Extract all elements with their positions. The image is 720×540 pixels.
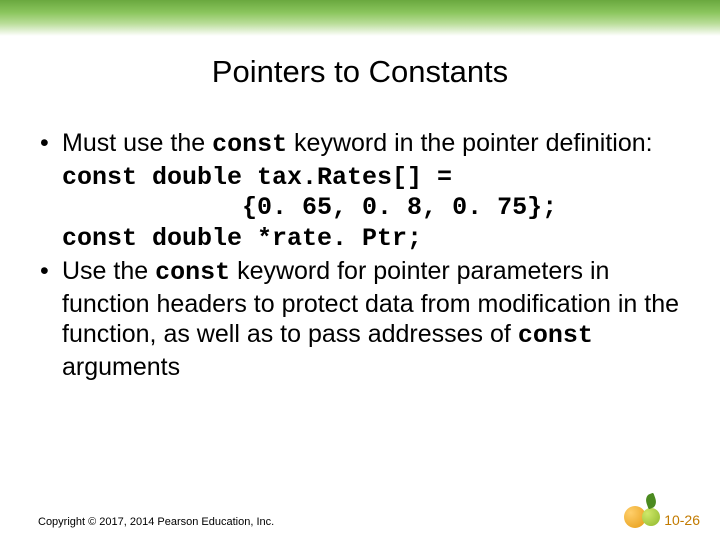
lime-icon [642,508,660,526]
code-block: const double tax.Rates[] = {0. 65, 0. 8,… [38,163,682,255]
bullet1-post: keyword in the pointer definition: [287,129,653,157]
fruit-icon [620,494,660,528]
bullet-item-1: Must use the const keyword in the pointe… [38,128,682,161]
bullet2-kw2: const [518,321,593,350]
bullet-list: Must use the const keyword in the pointe… [38,128,682,161]
header-gradient [0,0,720,36]
footer-right: 10-26 [620,494,700,528]
code-line-3: const double *rate. Ptr; [62,224,422,253]
page-number: 10-26 [664,512,700,528]
bullet1-keyword: const [212,130,287,159]
footer: Copyright © 2017, 2014 Pearson Education… [38,494,700,528]
bullet1-pre: Must use the [62,129,212,157]
leaf-icon [644,493,658,510]
bullet2-p1: Use the [62,257,155,285]
copyright-text: Copyright © 2017, 2014 Pearson Education… [38,516,274,528]
bullet-list-2: Use the const keyword for pointer parame… [38,256,682,382]
bullet2-kw1: const [155,258,230,287]
bullet-item-2: Use the const keyword for pointer parame… [38,256,682,382]
slide-body: Pointers to Constants Must use the const… [0,54,720,382]
slide-title: Pointers to Constants [38,54,682,90]
code-line-2: {0. 65, 0. 8, 0. 75}; [62,193,557,222]
code-line-1: const double tax.Rates[] = [62,163,452,192]
bullet2-p3: arguments [62,353,180,381]
